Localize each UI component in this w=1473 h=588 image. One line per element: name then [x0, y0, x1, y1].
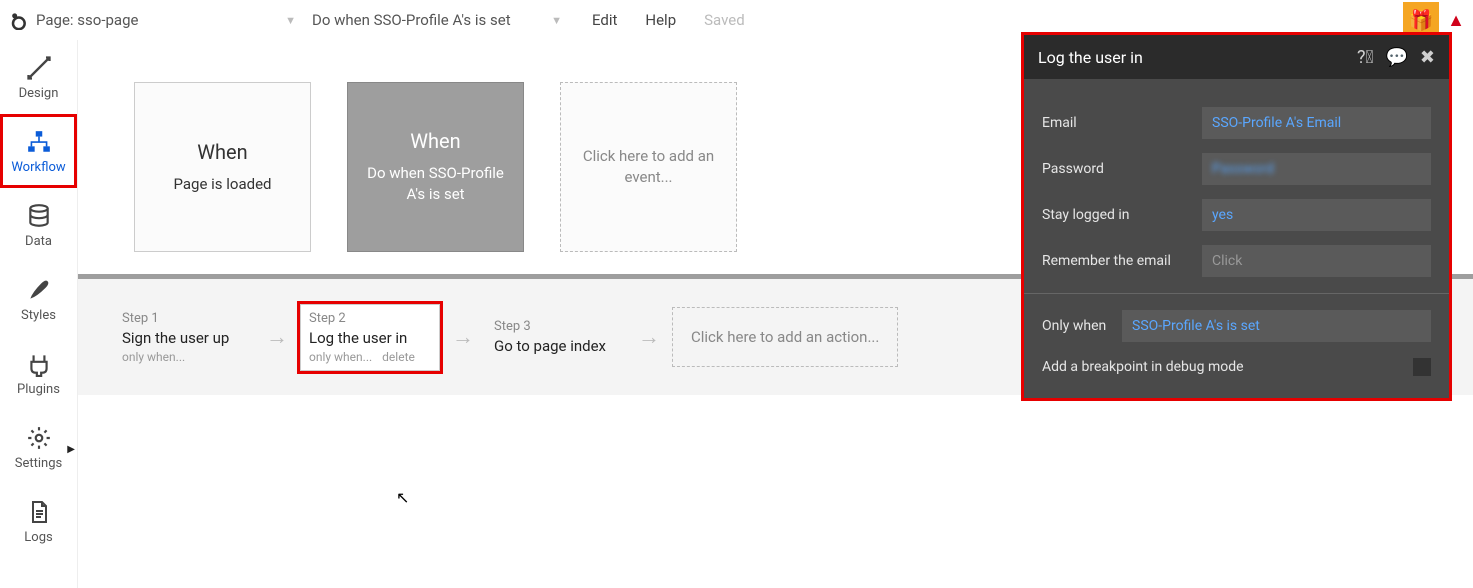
event-card-selected[interactable]: When Do when SSO-Profile A's is set	[347, 82, 524, 252]
step-onlywhen[interactable]: only when...	[309, 350, 372, 364]
add-event-text: Click here to add an event...	[573, 146, 724, 188]
step-sub: only when...	[122, 350, 246, 364]
input-remember[interactable]: Click	[1202, 245, 1431, 277]
label-password: Password	[1042, 161, 1202, 177]
sidebar-label: Plugins	[17, 382, 60, 397]
input-email[interactable]: SSO-Profile A's Email	[1202, 107, 1431, 139]
plugins-icon	[24, 350, 54, 378]
logo-bubble-icon	[8, 10, 28, 30]
properties-panel: Log the user in ?⃝ 💬 ✖ Email SSO-Profile…	[1024, 35, 1449, 398]
panel-header[interactable]: Log the user in ?⃝ 💬 ✖	[1024, 35, 1449, 79]
help-icon[interactable]: ?⃝	[1357, 47, 1374, 68]
event-desc: Do when SSO-Profile A's is set	[360, 163, 511, 205]
comment-icon[interactable]: 💬	[1385, 47, 1407, 68]
event-desc: Page is loaded	[174, 174, 272, 195]
label-onlywhen: Only when	[1042, 318, 1122, 334]
step-title: Go to page index	[494, 337, 618, 355]
label-stay: Stay logged in	[1042, 207, 1202, 223]
event-card[interactable]: When Page is loaded	[134, 82, 311, 252]
close-icon[interactable]: ✖	[1420, 47, 1435, 68]
step-title: Log the user in	[309, 329, 431, 347]
page-prefix: Page:	[36, 11, 74, 29]
step-label: Step 3	[494, 319, 618, 334]
chevron-right-icon: ▶	[67, 444, 75, 455]
menu-edit[interactable]: Edit	[592, 11, 617, 29]
chevron-down-icon: ▼	[285, 14, 296, 27]
sidebar-item-data[interactable]: Data	[0, 188, 77, 262]
sidebar-label: Data	[25, 234, 52, 249]
sidebar-item-workflow[interactable]: Workflow	[0, 114, 77, 188]
sidebar-label: Design	[19, 86, 59, 101]
sidebar-item-logs[interactable]: Logs	[0, 484, 77, 558]
sidebar-label: Logs	[24, 530, 52, 545]
event-when: When	[197, 140, 247, 164]
step-title: Sign the user up	[122, 329, 246, 347]
step-label: Step 2	[309, 311, 431, 326]
panel-title: Log the user in	[1038, 48, 1143, 67]
sidebar-label: Workflow	[11, 160, 65, 175]
label-email: Email	[1042, 115, 1202, 131]
styles-icon	[24, 276, 54, 304]
arrow-right-icon: →	[452, 324, 474, 350]
status-saved: Saved	[704, 11, 745, 29]
input-password[interactable]: Password	[1202, 153, 1431, 185]
step-1[interactable]: Step 1 Sign the user up only when...	[114, 305, 254, 370]
divider	[1024, 293, 1449, 294]
canvas: When Page is loaded When Do when SSO-Pro…	[78, 40, 1473, 588]
data-icon	[24, 202, 54, 230]
panel-body: Email SSO-Profile A's Email Password Pas…	[1024, 79, 1449, 398]
menu-help[interactable]: Help	[645, 11, 676, 29]
sidebar-item-design[interactable]: Design	[0, 40, 77, 114]
sidebar-label: Styles	[21, 308, 56, 323]
topbar: Page: sso-page ▼ Do when SSO-Profile A's…	[0, 0, 1473, 40]
add-event-card[interactable]: Click here to add an event...	[560, 82, 737, 252]
workflow-icon	[24, 128, 54, 156]
arrow-right-icon: →	[266, 324, 288, 350]
condition-text: Do when SSO-Profile A's is set	[312, 11, 511, 29]
condition-dropdown[interactable]: Do when SSO-Profile A's is set ▼	[312, 11, 562, 29]
sidebar-label: Settings	[15, 456, 62, 471]
breakpoint-checkbox[interactable]	[1413, 358, 1431, 376]
step-2-selected[interactable]: Step 2 Log the user in only when... dele…	[300, 304, 440, 371]
sidebar-item-plugins[interactable]: Plugins	[0, 336, 77, 410]
topbar-right: 🎁 ▲	[1403, 0, 1473, 40]
input-stay[interactable]: yes	[1202, 199, 1431, 231]
sidebar-item-settings[interactable]: Settings ▶	[0, 410, 77, 484]
gift-icon: 🎁	[1409, 8, 1434, 32]
sidebar-item-styles[interactable]: Styles	[0, 262, 77, 336]
logs-icon	[24, 498, 54, 526]
chevron-down-icon: ▼	[551, 14, 562, 27]
arrow-right-icon: →	[638, 324, 660, 350]
gift-button[interactable]: 🎁	[1403, 2, 1439, 38]
add-action[interactable]: Click here to add an action...	[672, 307, 898, 367]
settings-icon	[24, 424, 54, 452]
alert-icon[interactable]: ▲	[1447, 10, 1465, 31]
step-label: Step 1	[122, 311, 246, 326]
event-when: When	[410, 129, 460, 153]
input-onlywhen[interactable]: SSO-Profile A's is set	[1122, 310, 1431, 342]
design-icon	[24, 54, 54, 82]
label-breakpoint: Add a breakpoint in debug mode	[1042, 359, 1244, 375]
page-name: sso-page	[77, 11, 138, 29]
label-remember: Remember the email	[1042, 253, 1202, 269]
page-dropdown[interactable]: Page: sso-page ▼	[36, 11, 296, 29]
sidebar: Design Workflow Data Styles Plugins Sett…	[0, 40, 78, 588]
step-3[interactable]: Step 3 Go to page index	[486, 313, 626, 361]
step-sub-row: only when... delete	[309, 350, 431, 364]
step-delete[interactable]: delete	[382, 350, 415, 364]
